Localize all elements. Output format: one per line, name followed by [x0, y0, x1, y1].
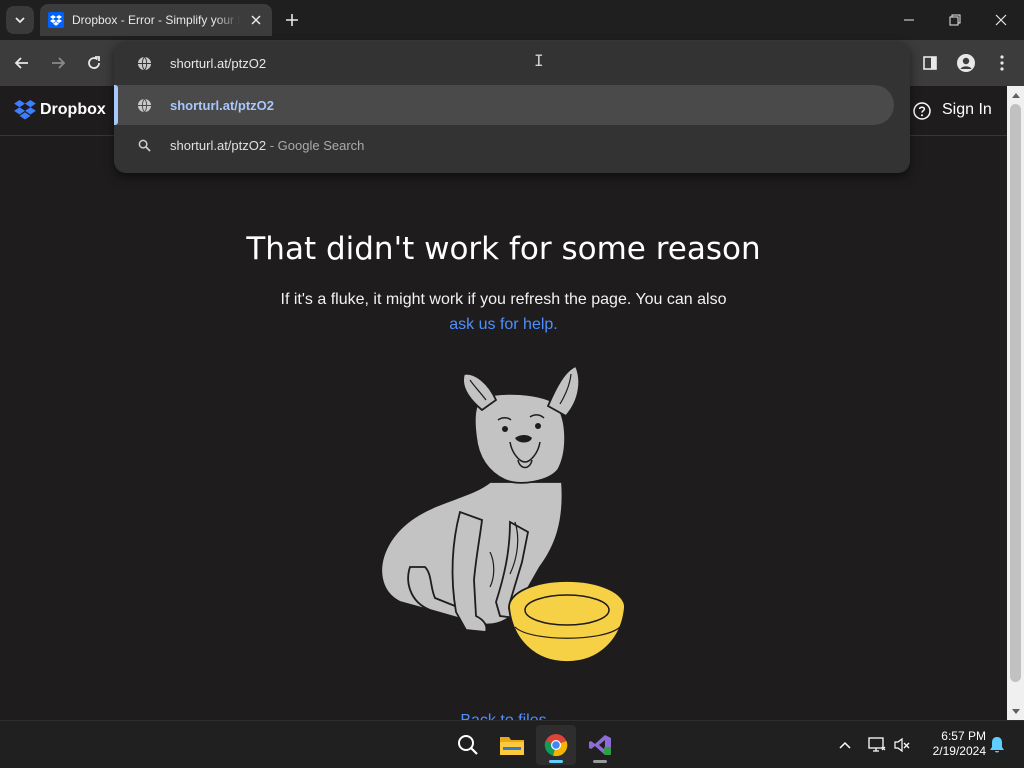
sign-in-link[interactable]: Sign In: [942, 101, 992, 119]
show-hidden-icons-button[interactable]: [834, 734, 856, 756]
taskbar-chrome[interactable]: [536, 725, 576, 765]
file-explorer-icon: [500, 737, 524, 755]
omnibox-dropdown: shorturl.at/ptzO2 I shorturl.at/ptzO2 sh…: [114, 41, 910, 173]
menu-button[interactable]: [988, 49, 1016, 77]
scroll-thumb[interactable]: [1010, 104, 1021, 682]
dropbox-logo[interactable]: Dropbox: [14, 100, 106, 120]
globe-icon: [136, 97, 152, 113]
more-vertical-icon: [1000, 55, 1004, 71]
address-bar[interactable]: shorturl.at/ptzO2 I: [114, 41, 910, 85]
taskbar-clock[interactable]: 6:57 PM 2/19/2024: [916, 729, 986, 759]
tab-title: Dropbox - Error - Simplify your life: [72, 13, 240, 27]
arrow-right-icon: [52, 57, 66, 69]
restore-icon: [949, 14, 961, 26]
volume-muted-icon: [894, 737, 910, 753]
plus-icon: [286, 14, 298, 26]
tab-search-button[interactable]: [6, 6, 34, 34]
tab-close-icon[interactable]: [248, 12, 264, 28]
error-title: That didn't work for some reason: [246, 231, 761, 267]
help-link[interactable]: ask us for help.: [0, 316, 1007, 334]
suggestion-url-text: shorturl.at/ptzO2: [170, 97, 275, 113]
suggestion-url[interactable]: shorturl.at/ptzO2: [114, 85, 894, 125]
notifications-button[interactable]: [986, 734, 1008, 756]
chevron-up-icon: [839, 741, 851, 749]
active-app-indicator: [549, 760, 563, 763]
page-content: Dropbox Sign In That didn't work for som…: [0, 86, 1007, 720]
taskbar-visual-studio[interactable]: [580, 725, 620, 765]
search-icon: [136, 137, 152, 153]
dropbox-logo-icon: [14, 100, 36, 120]
taskbar-search-button[interactable]: [448, 725, 488, 765]
minimize-icon: [904, 19, 914, 21]
dog-illustration: [380, 364, 626, 663]
reload-button[interactable]: [80, 49, 108, 77]
suggestion-search[interactable]: shorturl.at/ptzO2 - Google Search: [114, 125, 894, 165]
dropbox-favicon-icon: [48, 12, 64, 28]
tab-dropbox[interactable]: Dropbox - Error - Simplify your life: [40, 4, 272, 36]
address-input[interactable]: shorturl.at/ptzO2: [170, 56, 266, 71]
chrome-icon: [544, 734, 568, 757]
help-icon[interactable]: [912, 101, 932, 121]
close-icon: [995, 14, 1007, 26]
scroll-up-icon[interactable]: [1007, 86, 1024, 103]
network-icon: [868, 737, 886, 752]
suggestion-search-suffix: - Google Search: [266, 137, 365, 153]
chevron-down-icon: [15, 17, 25, 24]
reload-icon: [88, 56, 100, 69]
suggestion-search-label: shorturl.at/ptzO2 - Google Search: [170, 138, 364, 153]
clock-time: 6:57 PM: [941, 729, 986, 743]
logo-text: Dropbox: [40, 101, 106, 118]
new-tab-button[interactable]: [281, 9, 303, 31]
restore-button[interactable]: [932, 0, 978, 40]
suggestion-search-text: shorturl.at/ptzO2: [170, 137, 267, 153]
error-description: If it's a fluke, it might work if you re…: [280, 291, 727, 308]
scroll-down-icon[interactable]: [1007, 703, 1024, 720]
search-icon: [458, 735, 478, 755]
network-button[interactable]: [866, 734, 888, 756]
back-button[interactable]: [8, 49, 36, 77]
side-panel-icon: [923, 56, 937, 70]
visual-studio-icon: [589, 735, 611, 755]
bell-icon: [990, 737, 1004, 753]
running-app-indicator: [593, 760, 607, 763]
tab-strip: Dropbox - Error - Simplify your life: [0, 0, 1024, 40]
page-scrollbar[interactable]: [1007, 86, 1024, 720]
clock-date: 2/19/2024: [932, 744, 986, 758]
close-window-button[interactable]: [978, 0, 1024, 40]
taskbar-file-explorer[interactable]: [492, 725, 532, 765]
taskbar: 6:57 PM 2/19/2024: [0, 720, 1024, 768]
arrow-left-icon: [14, 57, 28, 69]
profile-icon: [957, 54, 975, 72]
volume-button[interactable]: [891, 734, 913, 756]
side-panel-button[interactable]: [916, 49, 944, 77]
text-cursor-icon: I: [534, 51, 544, 70]
globe-icon: [136, 55, 152, 71]
minimize-button[interactable]: [886, 0, 932, 40]
profile-button[interactable]: [952, 49, 980, 77]
forward-button[interactable]: [44, 49, 72, 77]
back-to-files-link[interactable]: Back to files: [0, 712, 1007, 720]
